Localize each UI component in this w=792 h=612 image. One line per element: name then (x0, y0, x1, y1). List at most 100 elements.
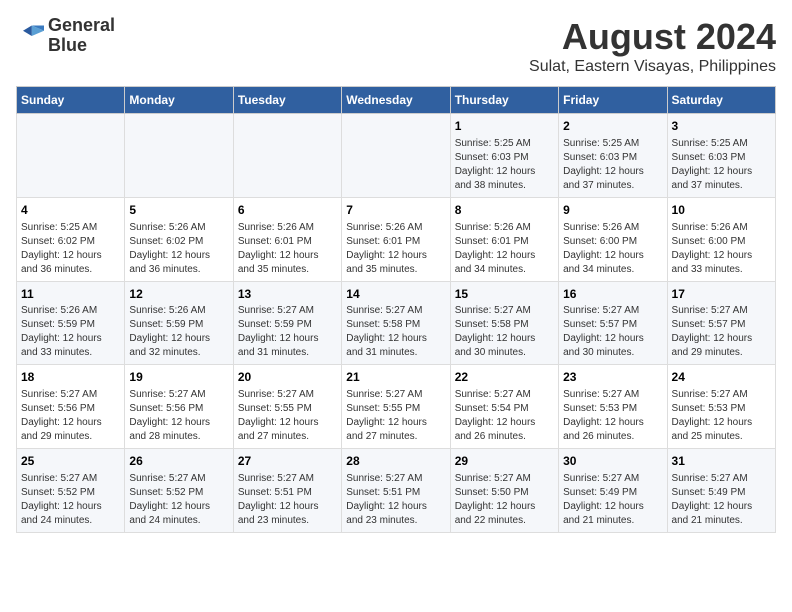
day-number: 2 (563, 118, 662, 135)
day-number: 16 (563, 286, 662, 303)
day-info: Sunrise: 5:27 AM Sunset: 5:51 PM Dayligh… (346, 472, 445, 528)
day-cell: 8 Sunrise: 5:26 AM Sunset: 6:01 PM Daylig… (450, 197, 558, 281)
day-number: 15 (455, 286, 554, 303)
day-cell: 28 Sunrise: 5:27 AM Sunset: 5:51 PM Dayli… (342, 449, 450, 533)
day-info: Sunrise: 5:25 AM Sunset: 6:03 PM Dayligh… (455, 137, 554, 193)
day-number: 20 (238, 369, 337, 386)
day-header-tuesday: Tuesday (233, 87, 341, 114)
day-cell: 23 Sunrise: 5:27 AM Sunset: 5:53 PM Dayli… (559, 365, 667, 449)
day-number: 1 (455, 118, 554, 135)
day-number: 8 (455, 202, 554, 219)
logo-icon (16, 22, 44, 50)
day-cell: 19 Sunrise: 5:27 AM Sunset: 5:56 PM Dayli… (125, 365, 233, 449)
day-info: Sunrise: 5:27 AM Sunset: 5:58 PM Dayligh… (346, 304, 445, 360)
day-header-thursday: Thursday (450, 87, 558, 114)
day-info: Sunrise: 5:27 AM Sunset: 5:57 PM Dayligh… (563, 304, 662, 360)
day-cell: 1 Sunrise: 5:25 AM Sunset: 6:03 PM Daylig… (450, 114, 558, 198)
day-cell: 13Sunrise: 5:27 AM Sunset: 5:59 PM Dayli… (233, 281, 341, 365)
day-info: Sunrise: 5:26 AM Sunset: 6:00 PM Dayligh… (563, 221, 662, 277)
day-cell: 26 Sunrise: 5:27 AM Sunset: 5:52 PM Dayli… (125, 449, 233, 533)
day-cell: 31 Sunrise: 5:27 AM Sunset: 5:49 PM Dayli… (667, 449, 775, 533)
day-number: 28 (346, 453, 445, 470)
day-info: Sunrise: 5:27 AM Sunset: 5:59 PM Dayligh… (238, 304, 337, 360)
day-number: 27 (238, 453, 337, 470)
day-cell: 6 Sunrise: 5:26 AM Sunset: 6:01 PM Daylig… (233, 197, 341, 281)
day-number: 14 (346, 286, 445, 303)
day-info: Sunrise: 5:27 AM Sunset: 5:58 PM Dayligh… (455, 304, 554, 360)
day-number: 6 (238, 202, 337, 219)
day-info: Sunrise: 5:26 AM Sunset: 6:01 PM Dayligh… (455, 221, 554, 277)
day-info: Sunrise: 5:26 AM Sunset: 5:59 PM Dayligh… (129, 304, 228, 360)
day-number: 31 (672, 453, 771, 470)
day-number: 3 (672, 118, 771, 135)
day-info: Sunrise: 5:26 AM Sunset: 5:59 PM Dayligh… (21, 304, 120, 360)
day-header-friday: Friday (559, 87, 667, 114)
logo-line1: General (48, 16, 115, 36)
day-cell: 30 Sunrise: 5:27 AM Sunset: 5:49 PM Dayli… (559, 449, 667, 533)
week-row-2: 4Sunrise: 5:25 AM Sunset: 6:02 PM Daylig… (17, 197, 776, 281)
day-cell: 12Sunrise: 5:26 AM Sunset: 5:59 PM Dayli… (125, 281, 233, 365)
logo: General Blue (16, 16, 115, 56)
day-info: Sunrise: 5:27 AM Sunset: 5:55 PM Dayligh… (346, 388, 445, 444)
day-cell: 14Sunrise: 5:27 AM Sunset: 5:58 PM Dayli… (342, 281, 450, 365)
day-number: 10 (672, 202, 771, 219)
day-cell: 29 Sunrise: 5:27 AM Sunset: 5:50 PM Dayli… (450, 449, 558, 533)
day-number: 22 (455, 369, 554, 386)
day-info: Sunrise: 5:27 AM Sunset: 5:54 PM Dayligh… (455, 388, 554, 444)
day-header-wednesday: Wednesday (342, 87, 450, 114)
day-number: 29 (455, 453, 554, 470)
day-cell: 27 Sunrise: 5:27 AM Sunset: 5:51 PM Dayli… (233, 449, 341, 533)
day-number: 18 (21, 369, 120, 386)
day-number: 25 (21, 453, 120, 470)
day-info: Sunrise: 5:25 AM Sunset: 6:03 PM Dayligh… (672, 137, 771, 193)
week-row-1: 1 Sunrise: 5:25 AM Sunset: 6:03 PM Daylig… (17, 114, 776, 198)
subtitle: Sulat, Eastern Visayas, Philippines (529, 58, 776, 76)
day-info: Sunrise: 5:27 AM Sunset: 5:50 PM Dayligh… (455, 472, 554, 528)
day-cell (342, 114, 450, 198)
day-number: 17 (672, 286, 771, 303)
day-info: Sunrise: 5:27 AM Sunset: 5:52 PM Dayligh… (21, 472, 120, 528)
day-info: Sunrise: 5:27 AM Sunset: 5:51 PM Dayligh… (238, 472, 337, 528)
week-row-4: 18 Sunrise: 5:27 AM Sunset: 5:56 PM Dayli… (17, 365, 776, 449)
day-header-monday: Monday (125, 87, 233, 114)
day-number: 30 (563, 453, 662, 470)
header: General Blue August 2024 Sulat, Eastern … (16, 16, 776, 76)
day-info: Sunrise: 5:27 AM Sunset: 5:53 PM Dayligh… (563, 388, 662, 444)
day-cell: 25 Sunrise: 5:27 AM Sunset: 5:52 PM Dayli… (17, 449, 125, 533)
day-cell (17, 114, 125, 198)
day-cell: 15Sunrise: 5:27 AM Sunset: 5:58 PM Dayli… (450, 281, 558, 365)
day-info: Sunrise: 5:27 AM Sunset: 5:49 PM Dayligh… (672, 472, 771, 528)
day-number: 23 (563, 369, 662, 386)
calendar-table: SundayMondayTuesdayWednesdayThursdayFrid… (16, 86, 776, 533)
day-number: 13 (238, 286, 337, 303)
day-info: Sunrise: 5:27 AM Sunset: 5:56 PM Dayligh… (129, 388, 228, 444)
main-title: August 2024 (529, 16, 776, 58)
day-info: Sunrise: 5:27 AM Sunset: 5:52 PM Dayligh… (129, 472, 228, 528)
week-row-5: 25 Sunrise: 5:27 AM Sunset: 5:52 PM Dayli… (17, 449, 776, 533)
title-area: August 2024 Sulat, Eastern Visayas, Phil… (529, 16, 776, 76)
day-info: Sunrise: 5:26 AM Sunset: 6:00 PM Dayligh… (672, 221, 771, 277)
logo-line2: Blue (48, 36, 115, 56)
day-info: Sunrise: 5:27 AM Sunset: 5:49 PM Dayligh… (563, 472, 662, 528)
day-cell (125, 114, 233, 198)
day-info: Sunrise: 5:27 AM Sunset: 5:56 PM Dayligh… (21, 388, 120, 444)
day-cell: 7Sunrise: 5:26 AM Sunset: 6:01 PM Daylig… (342, 197, 450, 281)
day-number: 24 (672, 369, 771, 386)
day-info: Sunrise: 5:27 AM Sunset: 5:53 PM Dayligh… (672, 388, 771, 444)
day-cell: 10 Sunrise: 5:26 AM Sunset: 6:00 PM Dayli… (667, 197, 775, 281)
day-number: 11 (21, 286, 120, 303)
day-cell (233, 114, 341, 198)
day-number: 19 (129, 369, 228, 386)
day-info: Sunrise: 5:26 AM Sunset: 6:02 PM Dayligh… (129, 221, 228, 277)
day-number: 12 (129, 286, 228, 303)
day-cell: 22 Sunrise: 5:27 AM Sunset: 5:54 PM Dayli… (450, 365, 558, 449)
week-row-3: 11Sunrise: 5:26 AM Sunset: 5:59 PM Dayli… (17, 281, 776, 365)
day-cell: 20 Sunrise: 5:27 AM Sunset: 5:55 PM Dayli… (233, 365, 341, 449)
day-info: Sunrise: 5:27 AM Sunset: 5:57 PM Dayligh… (672, 304, 771, 360)
header-row: SundayMondayTuesdayWednesdayThursdayFrid… (17, 87, 776, 114)
day-info: Sunrise: 5:27 AM Sunset: 5:55 PM Dayligh… (238, 388, 337, 444)
day-info: Sunrise: 5:26 AM Sunset: 6:01 PM Dayligh… (238, 221, 337, 277)
day-number: 26 (129, 453, 228, 470)
day-cell: 2Sunrise: 5:25 AM Sunset: 6:03 PM Daylig… (559, 114, 667, 198)
day-cell: 4Sunrise: 5:25 AM Sunset: 6:02 PM Daylig… (17, 197, 125, 281)
